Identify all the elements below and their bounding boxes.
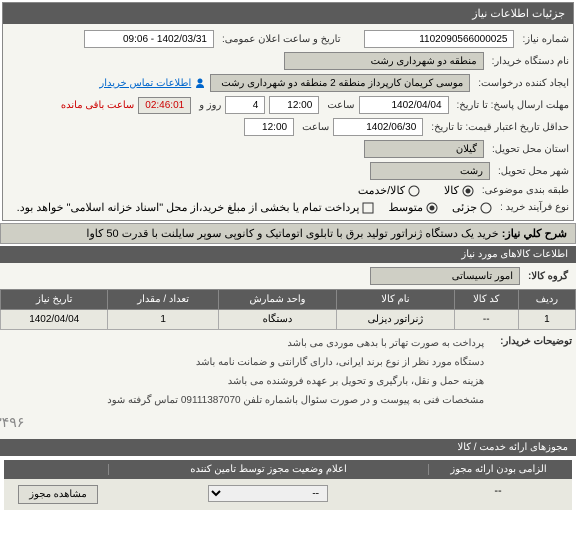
col-unit: واحد شمارش <box>218 290 336 310</box>
contact-link[interactable]: اطلاعات تماس خریدار <box>99 78 191 89</box>
col-idx: ردیف <box>518 290 575 310</box>
remaining-label: ساعت باقی مانده <box>57 100 134 111</box>
radio-checked-icon-2 <box>426 202 438 214</box>
col-qty: تعداد / مقدار <box>108 290 218 310</box>
deadline-date-field: 1402/04/04 <box>359 96 449 114</box>
radio-checked-icon <box>462 185 474 197</box>
radio-goods-group[interactable]: کالا <box>444 184 474 197</box>
permit-col-mandatory: الزامی بودن ارائه مجوز <box>428 464 568 475</box>
permit-mandatory-cell: -- <box>428 483 568 506</box>
summary-header-label: شرح کلي نياز: <box>502 228 567 240</box>
checkbox-icon <box>362 202 374 214</box>
permit-row: -- -- مشاهده مجوز <box>4 479 572 510</box>
buyer-label: نام دستگاه خریدار: <box>488 56 569 67</box>
summary-text: خرید یک دستگاه ژنراتور تولید برق با تابل… <box>86 228 498 240</box>
radio-unchecked-icon <box>408 185 420 197</box>
row-deadline: مهلت ارسال پاسخ: تا تاریخ: 1402/04/04 سا… <box>7 94 569 116</box>
contact-link-group[interactable]: اطلاعات تماس خریدار <box>99 77 206 89</box>
radio-middle-group[interactable]: متوسط <box>388 201 438 214</box>
middle-label: متوسط <box>388 201 423 214</box>
row-validity: حداقل تاریخ اعتبار قیمت: تا تاریخ: 1402/… <box>7 116 569 138</box>
province-label: استان محل تحویل: <box>488 144 569 155</box>
class-goods-label: کالا <box>444 184 459 197</box>
table-row[interactable]: 1 -- ژنراتور دیزلی دستگاه 1 1402/04/04 <box>1 310 576 330</box>
buyer-notes-label: توضیحات خریدار: <box>496 334 572 347</box>
cell-date: 1402/04/04 <box>1 310 108 330</box>
row-city: شهر محل تحویل: رشت <box>7 160 569 182</box>
permit-col-action <box>8 464 108 475</box>
summary-header: شرح کلي نياز: خرید یک دستگاه ژنراتور تول… <box>0 223 576 244</box>
deadline-label: مهلت ارسال پاسخ: تا تاریخ: <box>453 100 569 111</box>
city-label: شهر محل تحویل: <box>494 166 569 177</box>
view-permit-button[interactable]: مشاهده مجوز <box>18 485 97 504</box>
note-line-4: مشخصات فنی به پیوست و در صورت سئوال باشم… <box>4 391 492 410</box>
col-code: کد کالا <box>454 290 518 310</box>
permit-status-cell: -- <box>108 483 428 506</box>
buyer-field: منطقه دو شهرداری رشت <box>284 52 484 70</box>
deadline-time-field: 12:00 <box>269 96 319 114</box>
row-process: نوع فرآیند خرید : جزئی متوسط پرداخت تمام… <box>7 199 569 216</box>
days-count-field: 4 <box>225 96 265 114</box>
buyer-notes-body: پرداخت به صورت تهاتر با بدهی موردی می با… <box>4 334 492 435</box>
validity-label: حداقل تاریخ اعتبار قیمت: تا تاریخ: <box>427 122 569 133</box>
cell-code: -- <box>454 310 518 330</box>
process-label: نوع فرآیند خرید : <box>496 202 569 213</box>
main-panel: جزئیات اطلاعات نیاز شماره نیاز: 11020905… <box>2 2 574 221</box>
permit-col-status: اعلام وضعیت مجوز توسط تامین کننده <box>108 464 428 475</box>
cell-qty: 1 <box>108 310 218 330</box>
validity-time-field: 12:00 <box>244 118 294 136</box>
row-need-no: شماره نیاز: 1102090566000025 تاریخ و ساع… <box>7 28 569 50</box>
row-group: گروه کالا: امور تاسیساتی <box>0 263 576 289</box>
permits-header-row: الزامی بودن ارائه مجوز اعلام وضعیت مجوز … <box>4 460 572 479</box>
requester-label: ایجاد کننده درخواست: <box>474 78 569 89</box>
need-no-label: شماره نیاز: <box>518 34 569 45</box>
row-classification: طبقه بندی موضوعی: کالا کالا/خدمت <box>7 182 569 199</box>
permit-action-cell: مشاهده مجوز <box>8 483 108 506</box>
cell-name: ژنراتور دیزلی <box>337 310 455 330</box>
time-label-2: ساعت <box>298 122 329 133</box>
main-body: شماره نیاز: 1102090566000025 تاریخ و ساع… <box>3 24 573 220</box>
person-icon <box>194 77 206 89</box>
col-date: تاریخ نیاز <box>1 290 108 310</box>
radio-service-group[interactable]: کالا/خدمت <box>358 184 420 197</box>
note-line-2: دستگاه مورد نظر از نوع برند ایرانی، دارا… <box>4 353 492 372</box>
goods-table-header-row: ردیف کد کالا نام کالا واحد شمارش تعداد /… <box>1 290 576 310</box>
goods-table: ردیف کد کالا نام کالا واحد شمارش تعداد /… <box>0 289 576 330</box>
checkbox-note-group[interactable]: پرداخت تمام یا بخشی از مبلغ خرید،از محل … <box>17 201 375 214</box>
province-field: گیلان <box>364 140 484 158</box>
note-line-1: پرداخت به صورت تهاتر با بدهی موردی می با… <box>4 334 492 353</box>
row-buyer: نام دستگاه خریدار: منطقه دو شهرداری رشت <box>7 50 569 72</box>
col-name: نام کالا <box>337 290 455 310</box>
public-date-field: 1402/03/31 - 09:06 <box>84 30 214 48</box>
row-requester: ایجاد کننده درخواست: موسی کریمان کارپردا… <box>7 72 569 94</box>
main-header: جزئیات اطلاعات نیاز <box>3 3 573 24</box>
need-no-field: 1102090566000025 <box>364 30 514 48</box>
part-label: جزئی <box>452 201 477 214</box>
radio-part-group[interactable]: جزئی <box>452 201 492 214</box>
permits-header: مجوزهای ارائه خدمت / کالا <box>0 439 576 456</box>
buyer-notes-row: توضیحات خریدار: پرداخت به صورت تهاتر با … <box>0 330 576 439</box>
contact-footer: ۰۲۱-۸۸۳۴۹۶ <box>0 410 432 435</box>
time-label-1: ساعت <box>323 100 354 111</box>
days-label: روز و <box>195 100 221 111</box>
group-field: امور تاسیساتی <box>370 267 520 285</box>
classification-label: طبقه بندی موضوعی: <box>478 185 569 196</box>
public-date-label: تاریخ و ساعت اعلان عمومی: <box>218 34 341 45</box>
requester-field: موسی کریمان کارپرداز منطقه 2 منطقه دو شه… <box>210 74 470 92</box>
goods-header: اطلاعات کالاهای مورد نیاز <box>0 246 576 263</box>
permit-status-select[interactable]: -- <box>208 485 328 502</box>
class-service-label: کالا/خدمت <box>358 184 405 197</box>
process-note: پرداخت تمام یا بخشی از مبلغ خرید،از محل … <box>17 201 360 214</box>
group-label: گروه کالا: <box>524 271 568 282</box>
note-line-3: هزینه حمل و نقل، بارگیری و تحویل بر عهده… <box>4 372 492 391</box>
city-field: رشت <box>370 162 490 180</box>
countdown-timer: 02:46:01 <box>138 97 191 114</box>
radio-unchecked-icon-2 <box>480 202 492 214</box>
row-province: استان محل تحویل: گیلان <box>7 138 569 160</box>
validity-date-field: 1402/06/30 <box>333 118 423 136</box>
permits-table: الزامی بودن ارائه مجوز اعلام وضعیت مجوز … <box>4 460 572 510</box>
cell-idx: 1 <box>518 310 575 330</box>
cell-unit: دستگاه <box>218 310 336 330</box>
